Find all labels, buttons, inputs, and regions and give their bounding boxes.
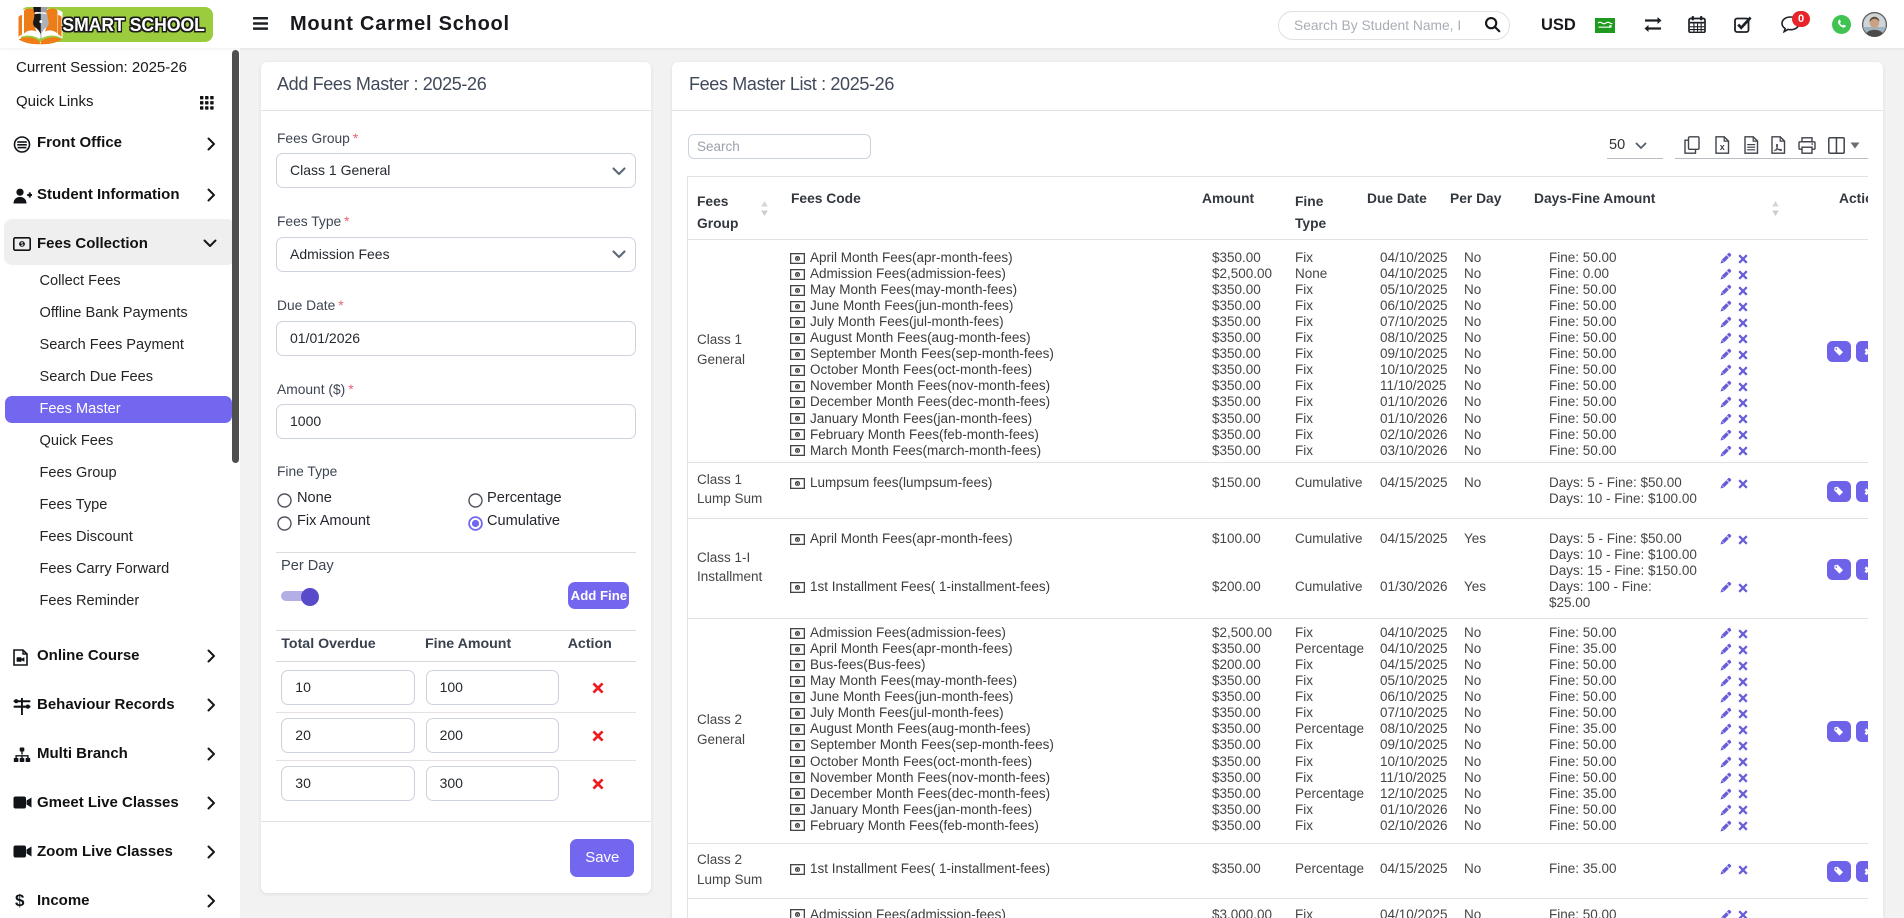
svg-text:0: 0: [796, 481, 799, 486]
svg-text:x: x: [1720, 142, 1725, 152]
svg-text:0: 0: [796, 537, 799, 542]
svg-text:0: 0: [796, 272, 799, 277]
svg-text:0: 0: [796, 288, 799, 293]
svg-text:0: 0: [796, 711, 799, 716]
svg-text:0: 0: [796, 824, 799, 829]
svg-text:0: 0: [796, 448, 799, 453]
svg-text:0: 0: [796, 912, 799, 917]
svg-text:0: 0: [796, 256, 799, 261]
svg-text:0: 0: [796, 368, 799, 373]
svg-text:0: 0: [796, 416, 799, 421]
svg-text:0: 0: [796, 384, 799, 389]
svg-text:0: 0: [796, 743, 799, 748]
svg-text:0: 0: [796, 867, 799, 872]
svg-text:0: 0: [796, 775, 799, 780]
svg-text:0: 0: [796, 304, 799, 309]
svg-text:0: 0: [796, 631, 799, 636]
svg-text:0: 0: [796, 663, 799, 668]
svg-text:0: 0: [796, 759, 799, 764]
svg-text:0: 0: [796, 647, 799, 652]
svg-text:0: 0: [796, 791, 799, 796]
svg-text:0: 0: [796, 352, 799, 357]
svg-text:0: 0: [796, 679, 799, 684]
svg-text:0: 0: [796, 432, 799, 437]
svg-text:0: 0: [796, 336, 799, 341]
svg-text:0: 0: [796, 320, 799, 325]
svg-text:0: 0: [796, 400, 799, 405]
svg-text:0: 0: [796, 808, 799, 813]
svg-text:$: $: [21, 242, 24, 248]
svg-text:0: 0: [796, 695, 799, 700]
svg-text:0: 0: [796, 727, 799, 732]
svg-text:0: 0: [796, 585, 799, 590]
